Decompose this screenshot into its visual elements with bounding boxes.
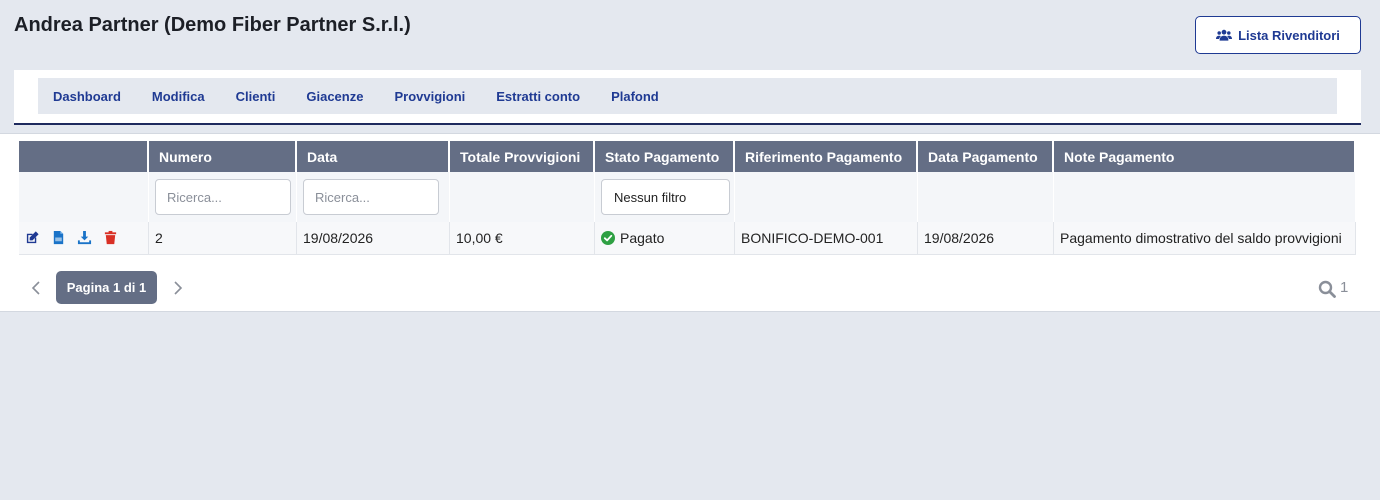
table-header-row: Numero Data Totale Provvigioni Stato Pag…: [19, 141, 1356, 172]
cell-totale: 10,00 €: [450, 222, 595, 255]
page-title: Andrea Partner (Demo Fiber Partner S.r.l…: [14, 14, 411, 36]
row-actions: [19, 222, 149, 255]
check-circle-icon: [601, 231, 615, 245]
chevron-left-icon[interactable]: [30, 280, 42, 296]
cell-data-pagamento: 19/08/2026: [918, 222, 1054, 255]
column-header-totale[interactable]: Totale Provvigioni: [450, 141, 595, 172]
status-label: Pagato: [620, 230, 665, 246]
column-header-riferimento[interactable]: Riferimento Pagamento: [735, 141, 918, 172]
content-panel: Numero Data Totale Provvigioni Stato Pag…: [0, 133, 1380, 312]
column-header-data[interactable]: Data: [297, 141, 450, 172]
lista-rivenditori-button[interactable]: Lista Rivenditori: [1195, 16, 1361, 54]
main-nav: Dashboard Modifica Clienti Giacenze Prov…: [38, 78, 1337, 114]
trash-icon[interactable]: [103, 230, 119, 246]
download-icon[interactable]: [77, 230, 93, 246]
table-filter-row: Nessun filtro: [19, 172, 1356, 222]
nav-item-provvigioni[interactable]: Provvigioni: [394, 89, 465, 104]
filter-cell-empty: [450, 172, 595, 222]
data-search-input[interactable]: [303, 179, 439, 215]
lista-rivenditori-label: Lista Rivenditori: [1238, 27, 1340, 43]
page-indicator: Pagina 1 di 1: [56, 271, 157, 304]
result-count: 1: [1340, 279, 1349, 296]
column-header-data-pagamento[interactable]: Data Pagamento: [918, 141, 1054, 172]
nav-item-plafond[interactable]: Plafond: [611, 89, 659, 104]
nav-item-dashboard[interactable]: Dashboard: [53, 89, 121, 104]
cell-data: 19/08/2026: [297, 222, 450, 255]
column-header-actions: [19, 141, 149, 172]
nav-item-clienti[interactable]: Clienti: [236, 89, 276, 104]
filter-cell-empty: [19, 172, 149, 222]
nav-card: Dashboard Modifica Clienti Giacenze Prov…: [14, 70, 1361, 125]
search-icon: [1318, 280, 1336, 298]
column-header-stato[interactable]: Stato Pagamento: [595, 141, 735, 172]
table-row: 2 19/08/2026 10,00 € Pagato BONIFICO-DEM…: [19, 222, 1356, 255]
filter-cell-numero: [149, 172, 297, 222]
cell-note: Pagamento dimostrativo del saldo provvig…: [1054, 222, 1356, 255]
numero-search-input[interactable]: [155, 179, 291, 215]
cell-stato: Pagato: [595, 222, 735, 255]
cell-riferimento: BONIFICO-DEMO-001: [735, 222, 918, 255]
filter-cell-empty: [735, 172, 918, 222]
edit-icon[interactable]: [25, 230, 41, 246]
filter-cell-empty: [1054, 172, 1356, 222]
chevron-right-icon[interactable]: [172, 280, 184, 296]
users-icon: [1216, 29, 1233, 41]
stato-filter-select[interactable]: Nessun filtro: [601, 179, 730, 215]
pdf-icon[interactable]: [51, 230, 67, 246]
provvigioni-table: Numero Data Totale Provvigioni Stato Pag…: [19, 141, 1356, 255]
pagination: Pagina 1 di 1 1: [0, 271, 1380, 305]
cell-numero: 2: [149, 222, 297, 255]
filter-cell-data: [297, 172, 450, 222]
column-header-numero[interactable]: Numero: [149, 141, 297, 172]
filter-cell-empty: [918, 172, 1054, 222]
filter-cell-stato: Nessun filtro: [595, 172, 735, 222]
column-header-note[interactable]: Note Pagamento: [1054, 141, 1356, 172]
nav-item-giacenze[interactable]: Giacenze: [306, 89, 363, 104]
nav-item-modifica[interactable]: Modifica: [152, 89, 205, 104]
nav-item-estratti-conto[interactable]: Estratti conto: [496, 89, 580, 104]
